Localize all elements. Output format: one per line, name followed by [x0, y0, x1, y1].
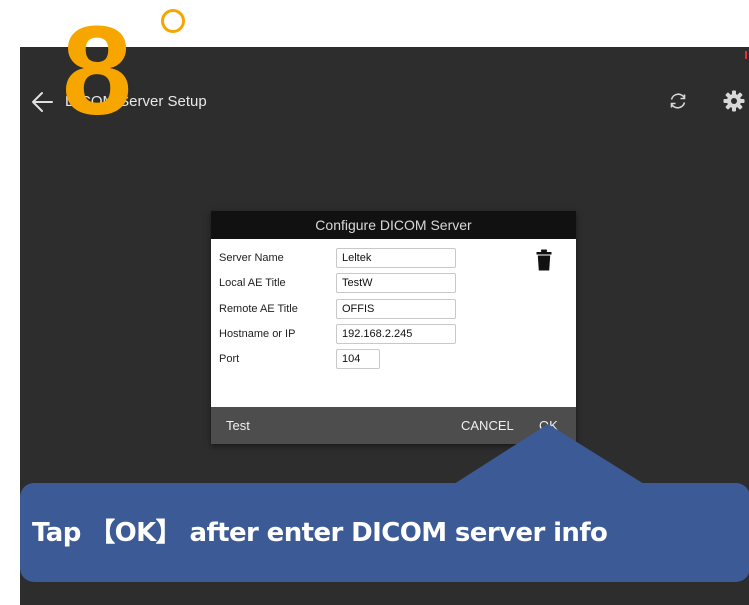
remote-ae-title-label: Remote AE Title: [219, 303, 298, 315]
instruction-text: Tap 【OK】 after enter DICOM server info: [32, 518, 608, 548]
remote-ae-title-input[interactable]: OFFIS: [336, 299, 456, 319]
local-ae-title-label: Local AE Title: [219, 277, 286, 289]
port-input[interactable]: 104: [336, 349, 380, 369]
hostname-input[interactable]: 192.168.2.245: [336, 324, 456, 344]
hostname-label: Hostname or IP: [219, 328, 296, 340]
configure-server-dialog: Configure DICOM Server Server Name Lelte…: [211, 211, 576, 444]
step-circle-icon: [161, 9, 185, 33]
dialog-title: Configure DICOM Server: [211, 211, 576, 239]
arrow-left-icon[interactable]: [30, 89, 56, 115]
status-indicator: [745, 51, 747, 59]
port-label: Port: [219, 353, 240, 365]
server-name-label: Server Name: [219, 252, 284, 264]
test-button[interactable]: Test: [226, 407, 250, 444]
server-name-input[interactable]: Leltek: [336, 248, 456, 268]
refresh-icon[interactable]: [666, 89, 690, 113]
trash-icon[interactable]: [536, 249, 552, 271]
gear-icon[interactable]: [722, 89, 746, 113]
local-ae-title-input[interactable]: TestW: [336, 273, 456, 293]
callout-pointer: [454, 424, 644, 484]
step-number: 8: [62, 0, 132, 141]
